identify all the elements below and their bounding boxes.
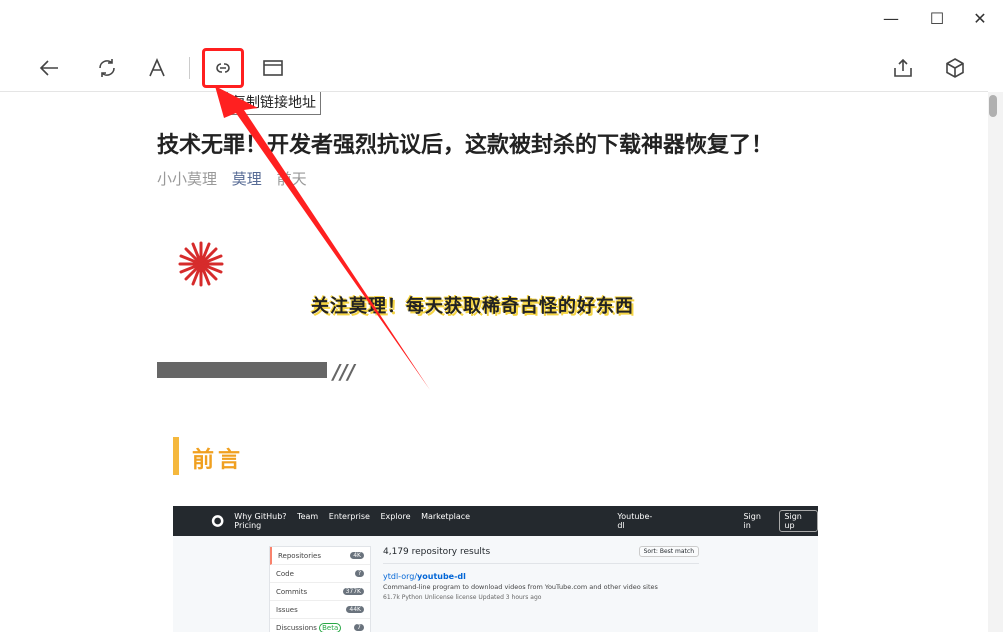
toolbar-border xyxy=(0,91,988,92)
github-header: Why GitHub? Team Enterprise Explore Mark… xyxy=(173,506,818,536)
article-time: 前天 xyxy=(276,170,307,188)
github-results: 4,179 repository results Sort: Best matc… xyxy=(383,546,699,601)
github-search-text[interactable]: Youtube-dl xyxy=(617,512,657,530)
github-signin[interactable]: Sign in xyxy=(743,512,769,530)
scrollbar-thumb[interactable] xyxy=(989,95,997,117)
decorative-slashes: /// xyxy=(333,360,355,384)
back-button[interactable] xyxy=(31,50,67,86)
github-signup[interactable]: Sign up xyxy=(779,510,818,532)
article-author: 小小莫理 xyxy=(157,170,218,188)
section-marker xyxy=(173,437,179,475)
font-button[interactable] xyxy=(139,50,175,86)
github-nav-item[interactable]: Why GitHub? xyxy=(234,512,286,521)
window-icon xyxy=(263,60,283,76)
github-sidebar-item[interactable]: Issues 44K xyxy=(270,601,370,619)
github-sidebar-item[interactable]: Commits 377K xyxy=(270,583,370,601)
repo-description: Command-line program to download videos … xyxy=(383,583,658,591)
results-count: 4,179 repository results xyxy=(383,546,491,557)
article-account-link[interactable]: 莫理 xyxy=(232,170,262,188)
repo-meta: 61.7k Python Unlicense license Updated 3… xyxy=(383,594,542,601)
close-button[interactable]: ✕ xyxy=(968,6,992,30)
github-nav-item[interactable]: Pricing xyxy=(234,521,261,530)
refresh-button[interactable] xyxy=(89,50,125,86)
github-screenshot: Why GitHub? Team Enterprise Explore Mark… xyxy=(173,506,818,632)
share-button[interactable] xyxy=(885,50,921,86)
github-nav-item[interactable]: Marketplace xyxy=(421,512,470,521)
font-icon xyxy=(149,58,165,77)
maximize-button[interactable]: ☐ xyxy=(925,6,949,30)
cube-button[interactable] xyxy=(937,50,973,86)
decorative-bar xyxy=(157,362,327,378)
section-title: 前言 xyxy=(192,448,245,473)
github-sidebar-item[interactable]: Discussions Beta 7 xyxy=(270,619,370,632)
sort-dropdown[interactable]: Sort: Best match xyxy=(638,546,699,557)
highlight-box xyxy=(202,48,244,88)
window-button[interactable] xyxy=(255,50,291,86)
follow-banner: 关注莫理！每天获取稀奇古怪的好东西 xyxy=(311,296,634,317)
red-starburst-icon xyxy=(178,241,224,287)
github-nav: Why GitHub? Team Enterprise Explore Mark… xyxy=(234,512,501,530)
github-nav-item[interactable]: Explore xyxy=(380,512,410,521)
github-sidebar: Repositories 4K Code? Commits 377K Issues 4… xyxy=(269,546,371,632)
github-sidebar-item[interactable]: Code? xyxy=(270,565,370,583)
github-sidebar-item[interactable]: Repositories 4K xyxy=(270,547,370,565)
article-title: 技术无罪！开发者强烈抗议后，这款被封杀的下载神器恢复了！ xyxy=(157,133,774,158)
refresh-icon xyxy=(99,59,115,77)
cube-icon xyxy=(946,58,964,78)
repo-result[interactable]: ytdl-org/youtube-dl xyxy=(383,572,699,581)
scrollbar-track[interactable] xyxy=(988,92,1003,632)
github-nav-item[interactable]: Team xyxy=(297,512,318,521)
tooltip: 复制链接地址 xyxy=(227,91,321,115)
back-arrow-icon xyxy=(39,60,58,76)
share-icon xyxy=(894,58,912,77)
github-logo-icon xyxy=(211,515,224,527)
beta-tag: Beta xyxy=(319,622,342,632)
toolbar-divider xyxy=(189,57,190,79)
minimize-button[interactable]: — xyxy=(879,6,903,30)
article-meta: 小小莫理 莫理 前天 xyxy=(157,168,317,189)
github-nav-item[interactable]: Enterprise xyxy=(329,512,370,521)
